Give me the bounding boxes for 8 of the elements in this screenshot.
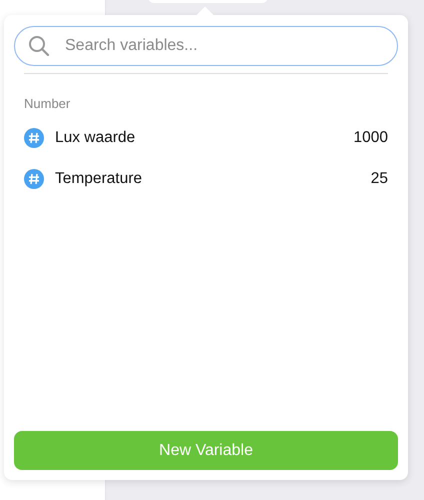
group-heading: Number: [24, 96, 72, 111]
search-field[interactable]: Search variables...: [14, 26, 398, 66]
hash-icon: [24, 168, 44, 188]
variable-name[interactable]: Lux waarde: [55, 128, 343, 146]
variable-value: 1000: [354, 128, 388, 146]
variable-name[interactable]: Temperature: [55, 170, 360, 188]
hash-icon: [24, 128, 44, 148]
variable-value: 25: [370, 170, 388, 188]
